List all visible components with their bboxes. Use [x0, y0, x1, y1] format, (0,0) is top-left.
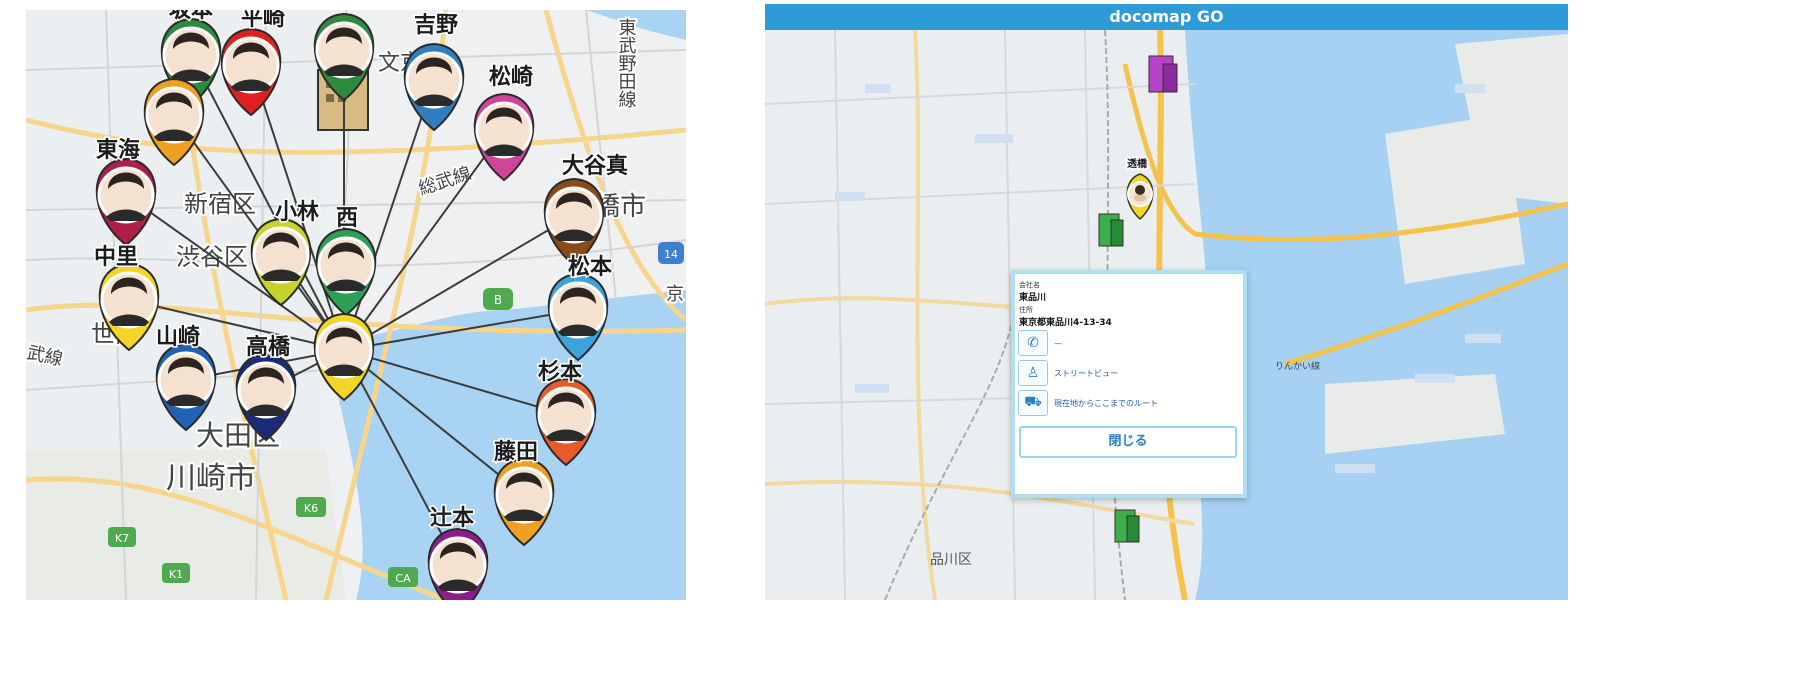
pegman-icon[interactable]: ♙: [1018, 360, 1048, 386]
app-header: docomap GO: [765, 4, 1568, 30]
pin-name-label: 中里: [94, 245, 138, 270]
employee-pin[interactable]: 松崎: [473, 64, 535, 182]
pin-name-label: 杉本: [538, 359, 582, 385]
phone-row[interactable]: ✆ —: [1018, 328, 1243, 358]
pin-name-label: 辻本: [430, 505, 474, 531]
phone-value: —: [1054, 338, 1062, 348]
shield-ca: CA: [395, 572, 411, 585]
label-rinkai: りんかい線: [1275, 360, 1320, 372]
label-kawasaki: 川崎市: [166, 461, 256, 496]
pin-name-label: 藤田: [494, 439, 538, 465]
building-marker-purple[interactable]: [1148, 55, 1178, 93]
shield-14: 14: [664, 248, 678, 261]
street-view-link[interactable]: ストリートビュー: [1054, 368, 1118, 379]
brand-logo: docomap GO: [1109, 7, 1224, 26]
shield-k6: K6: [304, 502, 318, 515]
pin-name-label: 松本: [568, 255, 612, 280]
route-row[interactable]: ⛟ 現在地からここまでのルート: [1018, 388, 1243, 418]
pin-name-label: 平崎: [241, 10, 285, 31]
pin-name-label: 松崎: [489, 65, 533, 90]
close-button[interactable]: 閉じる: [1019, 426, 1237, 458]
pin-name-label: 小林: [275, 200, 319, 225]
address-value: 東京都東品川4-13-34: [1019, 318, 1112, 328]
street-view-row[interactable]: ♙ ストリートビュー: [1018, 358, 1243, 388]
right-map-panel[interactable]: 品川区 りんかい線 透橋 docomap GO 会社名 東品川 住所 東京都東品…: [765, 4, 1568, 600]
pin-name-label: 吉野: [414, 12, 458, 38]
pin-name-label: 山崎: [156, 325, 200, 350]
route-link[interactable]: 現在地からここまでのルート: [1054, 398, 1158, 409]
building-marker-green[interactable]: [1098, 213, 1124, 247]
employee-pin[interactable]: 吉野: [403, 11, 465, 132]
company-caption: 会社名: [1019, 281, 1040, 289]
label-kyo: 京: [666, 284, 684, 305]
label-shinagawa: 品川区: [930, 552, 972, 568]
company-name: 東品川: [1019, 293, 1047, 303]
left-map[interactable]: 新宿区 渋谷区 大田区 川崎市 文京区 総武線 東武野田線 橋市 世田 武線 B…: [26, 10, 686, 600]
pin-name-label: 坂本: [169, 10, 213, 23]
car-icon[interactable]: ⛟: [1018, 390, 1048, 416]
address-caption: 住所: [1019, 306, 1033, 314]
location-popup: 会社名 東品川 住所 東京都東品川4-13-34 ✆ — ♙ ストリートビュー …: [1011, 270, 1247, 498]
pin-name-label: 西: [336, 206, 358, 231]
pin-name-label: 高橋: [246, 334, 291, 360]
shield-k7: K7: [115, 532, 129, 545]
person-pin-name: 透橋: [1127, 157, 1148, 170]
pin-name-label: 大谷真: [562, 153, 628, 179]
shield-k1: K1: [169, 568, 183, 581]
pin-name-label: 東海: [96, 137, 140, 163]
left-map-panel[interactable]: 新宿区 渋谷区 大田区 川崎市 文京区 総武線 東武野田線 橋市 世田 武線 B…: [26, 10, 686, 600]
shield-b: B: [494, 293, 502, 307]
label-tobu: 東武野田線: [616, 18, 637, 108]
phone-icon[interactable]: ✆: [1018, 330, 1048, 356]
building-marker-green-2[interactable]: [1114, 509, 1140, 543]
